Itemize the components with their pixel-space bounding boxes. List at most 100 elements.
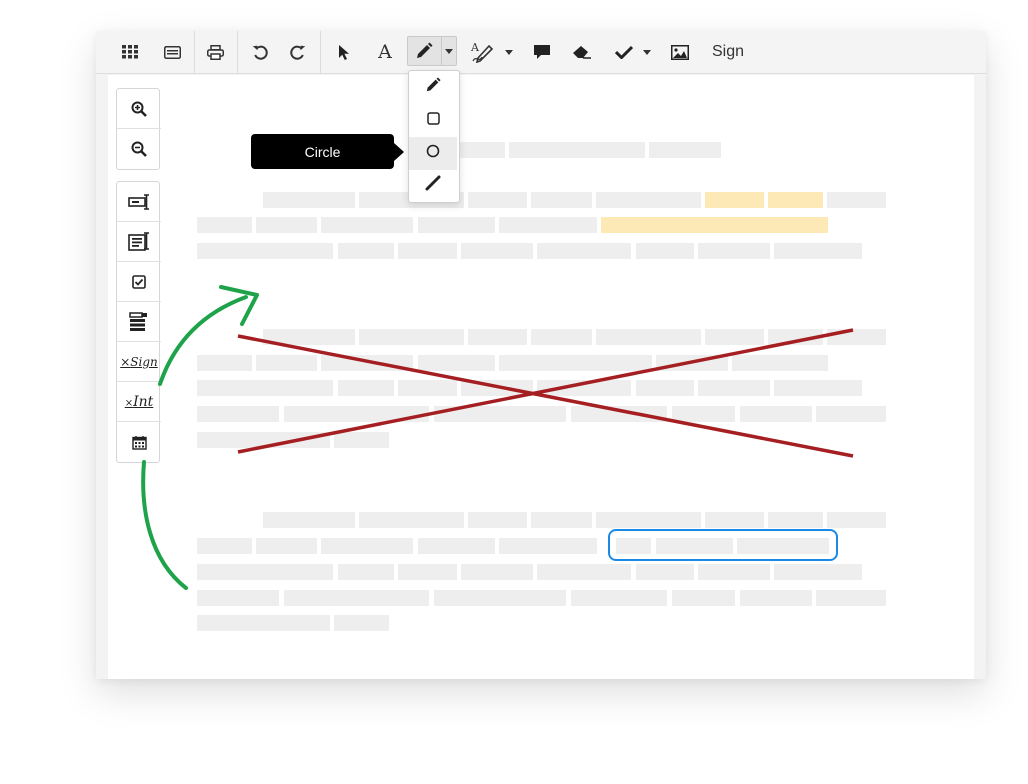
text-line-block	[461, 564, 533, 580]
apps-grid-icon[interactable]	[118, 38, 142, 66]
field-tools: ×Sign ×Int	[116, 181, 161, 463]
select-pointer-icon[interactable]	[332, 38, 356, 66]
text-line-block	[636, 380, 694, 396]
left-sidebar: ×Sign ×Int	[116, 88, 161, 463]
zoom-in-icon[interactable]	[117, 89, 161, 129]
comment-icon[interactable]	[530, 38, 554, 66]
text-line-block	[740, 406, 812, 422]
checkmark-icon[interactable]	[612, 38, 636, 66]
text-line-block	[571, 406, 667, 422]
text-line-block	[256, 355, 317, 371]
image-icon[interactable]	[668, 38, 692, 66]
eraser-icon[interactable]	[570, 38, 594, 66]
text-line-block	[531, 192, 592, 208]
undo-icon[interactable]	[248, 38, 272, 66]
text-line-block	[256, 538, 317, 554]
panel-toggle-icon[interactable]	[160, 38, 184, 66]
text-line-block	[596, 512, 701, 528]
menu-item-freehand[interactable]	[409, 71, 457, 104]
pencil-icon	[415, 42, 433, 65]
text-line-block	[656, 355, 728, 371]
text-line-block	[434, 590, 566, 606]
text-line-block	[816, 406, 886, 422]
text-line-block	[321, 217, 413, 233]
chevron-down-icon[interactable]	[445, 49, 453, 54]
text-line-block	[461, 243, 533, 259]
zoom-controls	[116, 88, 161, 170]
text-line-block	[284, 590, 429, 606]
text-field-icon[interactable]	[117, 182, 161, 222]
draw-shape-menu	[408, 70, 460, 203]
text-line-block	[537, 380, 631, 396]
text-line-block	[740, 590, 812, 606]
signature-field-button[interactable]: ×Sign	[117, 342, 161, 382]
text-line-block	[461, 380, 533, 396]
text-line-block	[768, 512, 823, 528]
svg-text:A: A	[471, 41, 480, 54]
menu-item-circle[interactable]	[409, 137, 457, 170]
text-tool-button[interactable]: A	[372, 38, 398, 66]
text-line-block	[537, 243, 631, 259]
text-line-block	[456, 142, 505, 158]
initials-field-button[interactable]: ×Int	[117, 382, 161, 422]
text-line-block	[197, 355, 252, 371]
text-line-block	[418, 217, 495, 233]
text-line-block	[698, 380, 770, 396]
text-line-block	[816, 590, 886, 606]
sign-button[interactable]: Sign	[708, 38, 748, 66]
menu-item-rectangle[interactable]	[409, 104, 457, 137]
text-line-block	[827, 192, 886, 208]
text-line-block	[774, 380, 862, 396]
text-line-block	[827, 329, 886, 345]
text-line-block	[197, 564, 333, 580]
blue-rectangle-annotation[interactable]	[608, 529, 838, 561]
text-line-block	[774, 243, 862, 259]
date-field-icon[interactable]	[117, 422, 161, 462]
text-line-block	[705, 512, 764, 528]
text-line-block	[672, 590, 735, 606]
draw-tool-button[interactable]	[407, 36, 457, 66]
highlighted-text-block	[601, 217, 828, 233]
text-line-block	[768, 329, 823, 345]
text-line-block	[263, 329, 355, 345]
text-line-block	[398, 564, 457, 580]
text-line-block	[334, 615, 389, 631]
text-line-block	[321, 538, 413, 554]
checkbox-icon[interactable]	[117, 262, 161, 302]
text-line-block	[338, 564, 394, 580]
text-line-block	[418, 538, 495, 554]
text-line-block	[197, 615, 330, 631]
text-line-block	[705, 329, 764, 345]
text-line-block	[698, 243, 770, 259]
text-line-block	[197, 432, 330, 448]
text-line-block	[263, 512, 355, 528]
text-line-block	[197, 406, 279, 422]
signature-pen-icon[interactable]: A	[470, 38, 496, 66]
text-line-block	[468, 329, 527, 345]
zoom-out-icon[interactable]	[117, 129, 161, 169]
text-line-block	[499, 355, 652, 371]
print-icon[interactable]	[203, 38, 227, 66]
chevron-down-icon[interactable]	[642, 38, 652, 66]
circle-icon	[426, 144, 440, 163]
text-line-block	[509, 142, 645, 158]
toolbar-divider	[237, 31, 238, 73]
text-line-block	[359, 512, 464, 528]
text-line-block	[338, 380, 394, 396]
pencil-icon	[425, 77, 441, 98]
text-line-block	[596, 329, 701, 345]
toolbar-divider	[320, 31, 321, 73]
chevron-down-icon[interactable]	[504, 38, 514, 66]
text-area-icon[interactable]	[117, 222, 161, 262]
dropdown-field-icon[interactable]	[117, 302, 161, 342]
text-line-block	[774, 564, 862, 580]
menu-item-line[interactable]	[409, 169, 457, 202]
text-line-block	[468, 192, 527, 208]
document-page[interactable]	[108, 75, 974, 679]
signature-field-label: ×Sign	[120, 354, 158, 369]
redo-icon[interactable]	[286, 38, 310, 66]
initials-field-label: ×Int	[124, 393, 154, 410]
highlighted-text-block	[705, 192, 764, 208]
text-line-block	[263, 192, 355, 208]
text-line-block	[321, 355, 413, 371]
